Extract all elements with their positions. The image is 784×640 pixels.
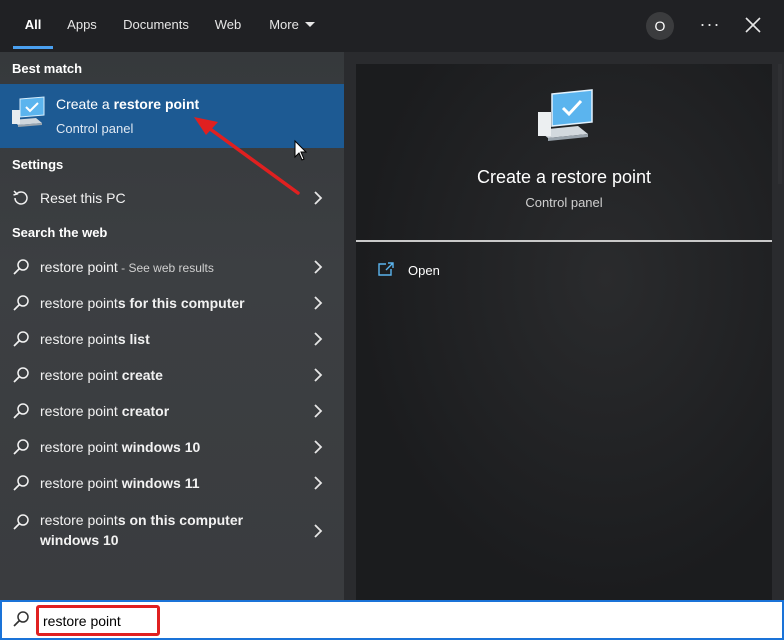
search-icon — [13, 367, 29, 383]
web-result-suffix: windows 11 — [117, 475, 200, 491]
chevron-right-icon — [314, 524, 323, 538]
web-result-label: restore point windows 11 — [40, 475, 200, 491]
best-match-title-bold: restore point — [113, 96, 200, 112]
search-icon — [13, 475, 29, 491]
web-result-query: restore point — [40, 259, 118, 275]
chevron-right-icon — [314, 260, 323, 274]
chevron-right-icon — [314, 332, 323, 346]
chevron-right-icon — [314, 191, 323, 205]
preview-subtitle: Control panel — [525, 195, 603, 210]
open-label: Open — [408, 263, 440, 278]
chevron-right-icon — [314, 404, 323, 418]
web-result-query: restore point — [40, 367, 118, 383]
chevron-right-icon — [314, 476, 323, 490]
tab-more-label: More — [269, 17, 299, 32]
web-result-label: restore point windows 10 — [40, 439, 200, 455]
tab-apps[interactable]: Apps — [60, 0, 104, 50]
search-icon — [13, 514, 29, 530]
tab-documents[interactable]: Documents — [116, 0, 196, 50]
search-icon — [13, 403, 29, 419]
preview-divider — [356, 240, 772, 242]
web-result-query: restore point — [40, 331, 118, 347]
best-match-title: Create a restore point — [56, 96, 199, 112]
web-result-row[interactable]: restore point windows 11 — [0, 465, 344, 501]
web-result-label: restore point - See web results — [40, 259, 214, 275]
web-result-row[interactable]: restore points for this computer — [0, 285, 344, 321]
preview-panel: Create a restore point Control panel Ope… — [356, 64, 772, 600]
web-result-suffix: create — [117, 367, 163, 383]
best-match-subtitle: Control panel — [56, 121, 134, 136]
chevron-right-icon — [314, 368, 323, 382]
search-icon — [13, 611, 29, 627]
web-result-suffix: windows 10 — [117, 439, 201, 455]
search-tab-bar: All Apps Documents Web More O ··· — [0, 0, 784, 52]
open-icon — [378, 262, 394, 276]
search-icon — [13, 295, 29, 311]
scrollbar[interactable] — [778, 64, 782, 184]
web-result-hint: - See web results — [117, 261, 214, 275]
search-bar — [0, 600, 784, 640]
results-panel: Best match Create a restore point Contro… — [0, 52, 344, 600]
settings-item-reset[interactable]: Reset this PC — [0, 180, 344, 216]
best-match-result[interactable]: Create a restore point Control panel — [0, 84, 344, 148]
chevron-right-icon — [314, 440, 323, 454]
preview-title: Create a restore point — [476, 167, 652, 187]
account-avatar[interactable]: O — [646, 12, 674, 40]
reset-icon — [13, 190, 28, 205]
web-result-label: restore points on this computer windows … — [40, 510, 300, 550]
web-result-suffix: s for this computer — [117, 295, 245, 311]
settings-heading: Settings — [12, 157, 64, 172]
web-result-row[interactable]: restore point - See web results — [0, 249, 344, 285]
close-icon — [745, 17, 761, 33]
settings-item-label: Reset this PC — [40, 190, 126, 206]
web-result-suffix: s list — [117, 331, 150, 347]
search-icon — [13, 259, 29, 275]
web-result-label: restore point creator — [40, 403, 169, 419]
more-options-button[interactable]: ··· — [694, 10, 726, 40]
best-match-title-prefix: Create a — [56, 96, 114, 112]
computer-check-icon — [538, 89, 593, 141]
web-result-row[interactable]: restore points on this computer windows … — [0, 504, 344, 556]
web-result-label: restore point create — [40, 367, 163, 383]
web-result-row[interactable]: restore point windows 10 — [0, 429, 344, 465]
best-match-heading: Best match — [12, 61, 83, 76]
web-result-query: restore point — [40, 439, 118, 455]
search-input[interactable] — [36, 605, 160, 636]
web-result-row[interactable]: restore point creator — [0, 393, 344, 429]
web-result-query: restore point — [40, 403, 118, 419]
tab-more[interactable]: More — [262, 0, 322, 50]
tab-web[interactable]: Web — [208, 0, 248, 50]
web-result-query: restore point — [40, 512, 118, 528]
chevron-right-icon — [314, 296, 323, 310]
web-result-query: restore point — [40, 295, 118, 311]
computer-check-icon — [12, 96, 45, 127]
web-result-query: restore point — [40, 475, 118, 491]
web-result-label: restore points for this computer — [40, 295, 245, 311]
close-button[interactable] — [738, 10, 768, 40]
tab-all[interactable]: All — [13, 0, 53, 50]
chevron-down-icon — [304, 22, 315, 28]
web-result-row[interactable]: restore point create — [0, 357, 344, 393]
active-tab-indicator — [13, 46, 53, 49]
web-result-label: restore points list — [40, 331, 150, 347]
web-result-suffix: creator — [117, 403, 170, 419]
open-button[interactable]: Open — [378, 260, 498, 282]
search-web-heading: Search the web — [12, 225, 108, 240]
web-result-row[interactable]: restore points list — [0, 321, 344, 357]
search-icon — [13, 439, 29, 455]
search-icon — [13, 331, 29, 347]
